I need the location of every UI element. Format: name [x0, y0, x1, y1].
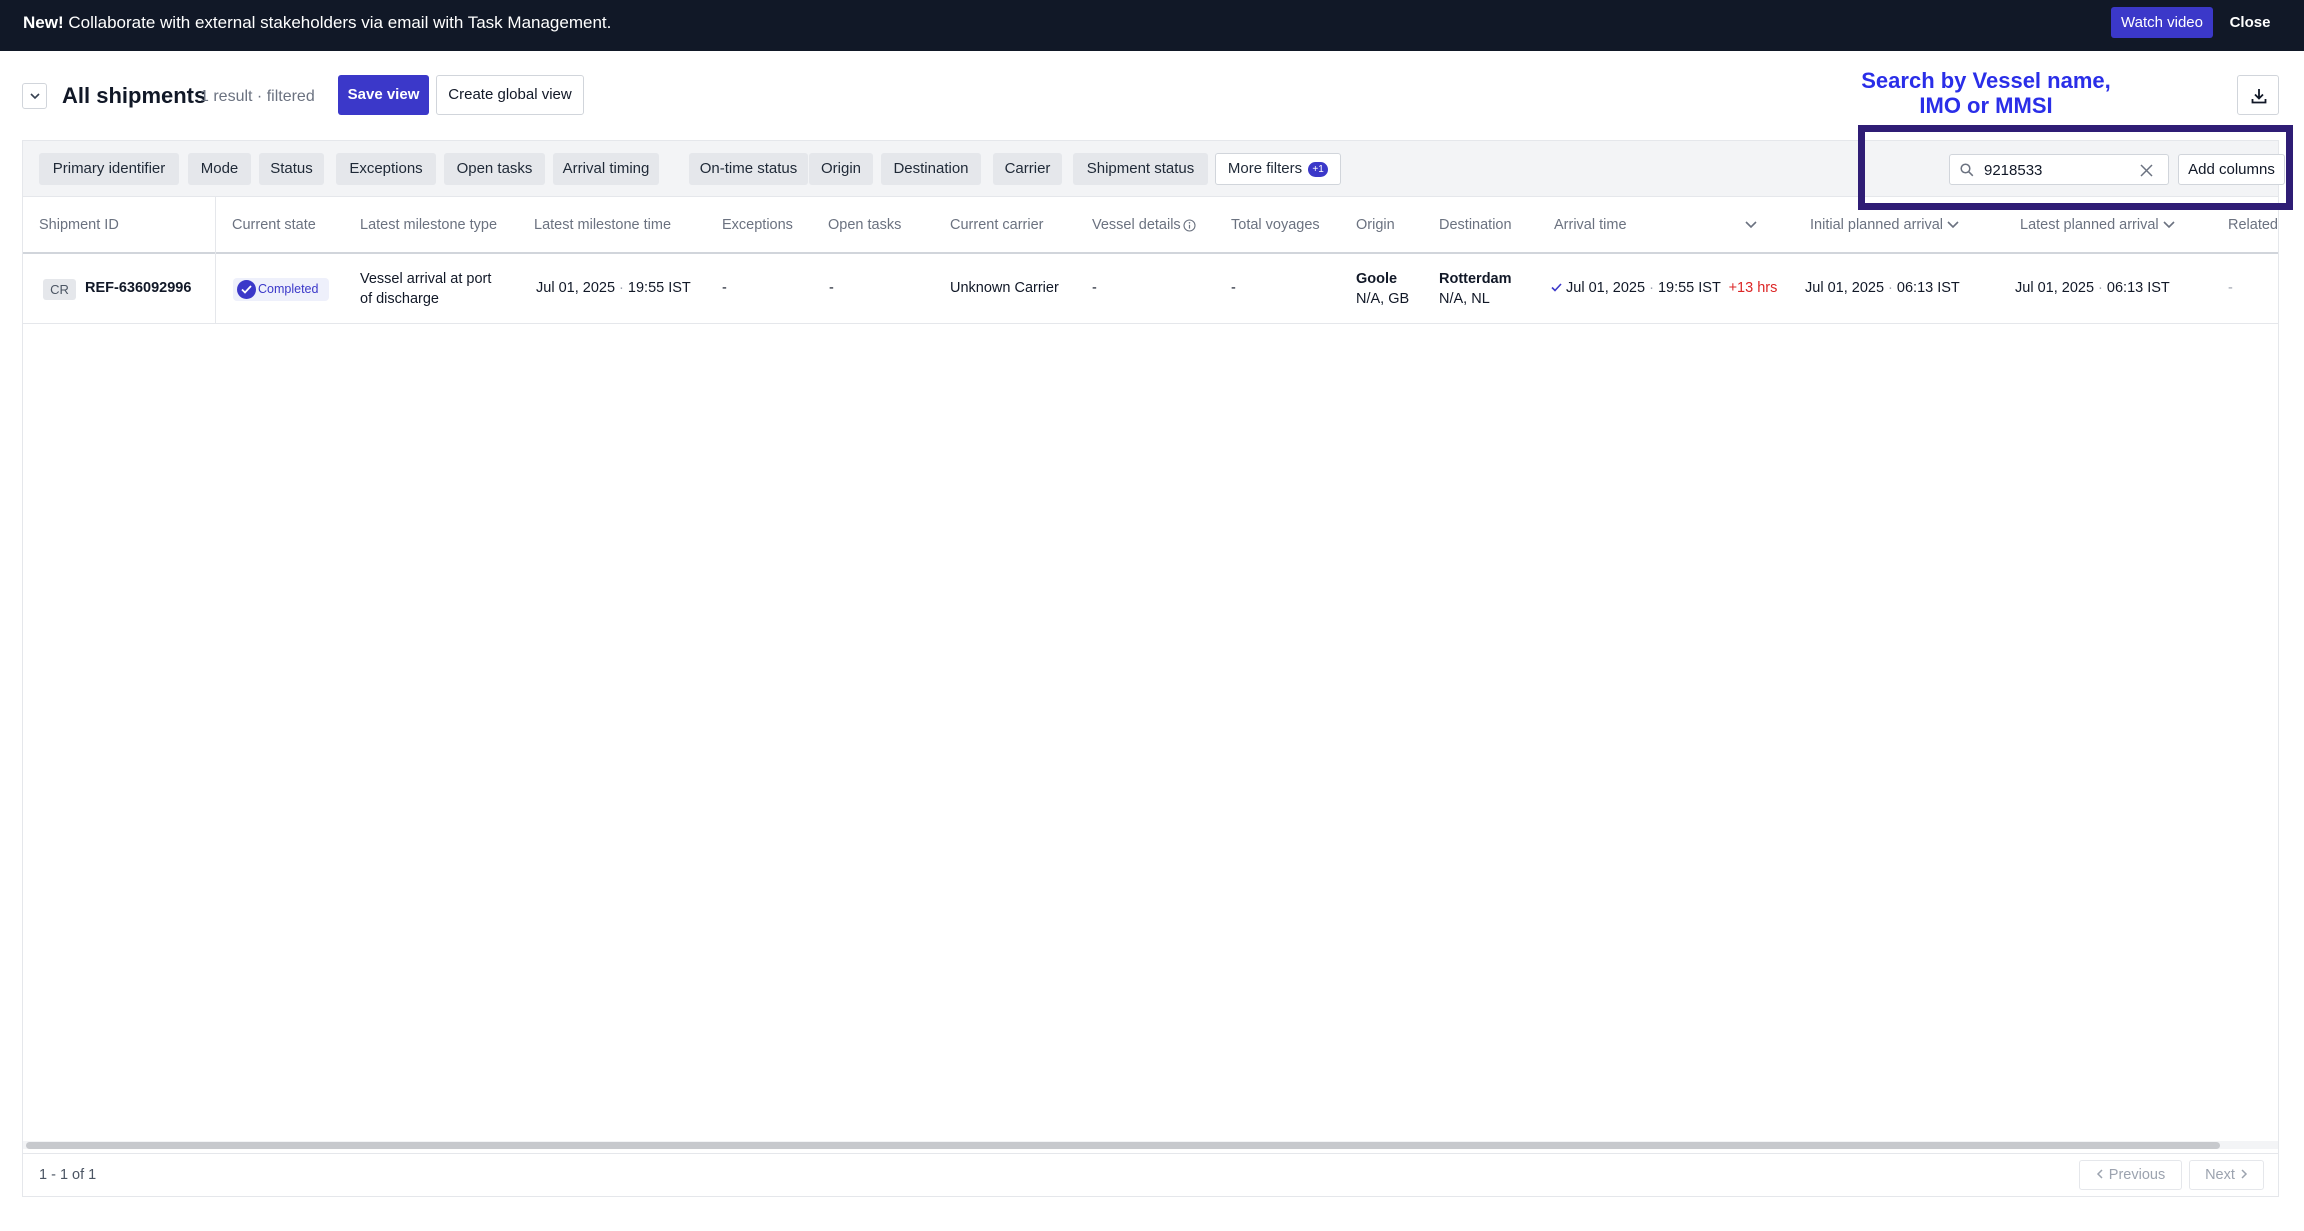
filter-mode[interactable]: Mode: [188, 153, 251, 185]
destination-region: N/A, NL: [1439, 291, 1490, 307]
filter-open-tasks[interactable]: Open tasks: [444, 153, 545, 185]
chevron-right-icon: [2241, 1169, 2247, 1179]
milestone-time: 19:55 IST: [627, 280, 691, 296]
latest-time: 06:13 IST: [2106, 280, 2170, 296]
destination-city: Rotterdam: [1439, 271, 1512, 287]
filtered-label: · filtered: [256, 88, 315, 105]
previous-label: Previous: [2108, 1167, 2166, 1183]
filter-destination[interactable]: Destination: [881, 153, 981, 185]
milestone-type-line-2: of discharge: [360, 291, 439, 307]
download-button[interactable]: [2237, 75, 2279, 115]
chevron-down-icon[interactable]: [1745, 221, 1757, 229]
banner-message: New! Collaborate with external stakehold…: [23, 0, 611, 45]
col-latest-milestone-type[interactable]: Latest milestone type: [360, 197, 497, 253]
shipments-table-card: Primary identifier Mode Status Exception…: [22, 140, 2285, 1197]
info-icon[interactable]: [1183, 219, 1196, 232]
current-carrier-cell: Unknown Carrier: [950, 280, 1059, 296]
col-current-state[interactable]: Current state: [232, 197, 316, 253]
initial-date: Jul 01, 2025: [1805, 280, 1885, 296]
page-title: All shipments: [62, 83, 207, 108]
annotation-line-1: Search by Vessel name,: [1861, 68, 2111, 93]
destination-cell: Rotterdam N/A, NL: [1439, 269, 1512, 309]
filter-carrier[interactable]: Carrier: [993, 153, 1062, 185]
origin-city: Goole: [1356, 271, 1398, 287]
filter-arrival-timing[interactable]: Arrival timing: [553, 153, 659, 185]
milestone-date: Jul 01, 2025: [536, 280, 616, 296]
col-vessel-details-label: Vessel details: [1092, 217, 1181, 233]
check-icon: [1551, 283, 1562, 292]
col-current-carrier[interactable]: Current carrier: [950, 197, 1043, 253]
table-row[interactable]: CR REF-636092996 Completed Vessel arriva…: [23, 254, 2278, 324]
result-count: 1 result · filtered: [200, 85, 315, 109]
related-cell: -: [2228, 280, 2233, 296]
next-label: Next: [2205, 1167, 2235, 1183]
banner-new-label: New!: [23, 13, 64, 32]
arrival-time: 19:55 IST: [1657, 280, 1721, 296]
col-total-voyages[interactable]: Total voyages: [1231, 197, 1320, 253]
arrival-time-cell: Jul 01, 2025 · 19:55 IST +13 hrs: [1551, 280, 1777, 296]
col-shipment-id[interactable]: Shipment ID: [39, 197, 119, 253]
create-global-view-button[interactable]: Create global view: [436, 75, 584, 115]
banner-text: Collaborate with external stakeholders v…: [63, 13, 612, 32]
latest-planned-arrival-cell: Jul 01, 2025 · 06:13 IST: [2015, 280, 2170, 296]
filter-primary-identifier[interactable]: Primary identifier: [39, 153, 179, 185]
pagination-footer: 1 - 1 of 1 Previous Next: [23, 1153, 2278, 1197]
col-destination[interactable]: Destination: [1439, 197, 1512, 253]
annotation-highlight-box: [1858, 125, 2293, 210]
shipment-id-link[interactable]: REF-636092996: [85, 280, 191, 296]
col-vessel-details[interactable]: Vessel details: [1092, 197, 1196, 253]
initial-time: 06:13 IST: [1896, 280, 1960, 296]
latest-date: Jul 01, 2025: [2015, 280, 2095, 296]
filter-on-time-status[interactable]: On-time status: [689, 153, 808, 185]
col-arrival-time[interactable]: Arrival time: [1554, 197, 1627, 253]
previous-page-button[interactable]: Previous: [2079, 1160, 2182, 1190]
col-latest-planned-arrival-label: Latest planned arrival: [2020, 217, 2159, 233]
col-open-tasks[interactable]: Open tasks: [828, 197, 901, 253]
milestone-type-line-1: Vessel arrival at port: [360, 271, 492, 287]
annotation-callout: Search by Vessel name, IMO or MMSI: [1858, 68, 2114, 118]
filter-origin[interactable]: Origin: [809, 153, 873, 185]
more-filters-label: More filters: [1227, 160, 1303, 177]
origin-cell: Goole N/A, GB: [1356, 269, 1409, 309]
next-page-button[interactable]: Next: [2189, 1160, 2264, 1190]
milestone-time-cell: Jul 01, 2025 · 19:55 IST: [536, 280, 691, 296]
scrollbar-thumb[interactable]: [26, 1142, 2220, 1149]
arrival-delay: +13 hrs: [1728, 280, 1778, 296]
chevron-down-icon: [1947, 221, 1959, 229]
arrival-date: Jul 01, 2025: [1566, 280, 1646, 296]
origin-region: N/A, GB: [1356, 291, 1410, 307]
total-voyages-cell: -: [1231, 280, 1236, 296]
chevron-left-icon: [2096, 1169, 2103, 1179]
save-view-button[interactable]: Save view: [338, 75, 429, 115]
milestone-type-cell: Vessel arrival at port of discharge: [360, 269, 491, 309]
main-content: All shipments 1 result · filtered Save v…: [0, 51, 2304, 1231]
filter-shipment-status[interactable]: Shipment status: [1073, 153, 1208, 185]
col-latest-milestone-time[interactable]: Latest milestone time: [534, 197, 671, 253]
initial-planned-arrival-cell: Jul 01, 2025 · 06:13 IST: [1805, 280, 1960, 296]
col-exceptions[interactable]: Exceptions: [722, 197, 793, 253]
filter-status[interactable]: Status: [259, 153, 324, 185]
more-filters-button[interactable]: More filters +1: [1215, 153, 1341, 185]
view-selector-toggle[interactable]: [22, 83, 47, 109]
watch-video-button[interactable]: Watch video: [2111, 7, 2213, 38]
chevron-down-icon: [2163, 221, 2175, 229]
more-filters-badge: +1: [1308, 161, 1329, 177]
open-tasks-cell: -: [829, 280, 834, 296]
close-banner-button[interactable]: Close: [2222, 7, 2278, 38]
status-label: Completed: [258, 282, 319, 296]
chevron-down-icon: [30, 93, 40, 100]
col-origin[interactable]: Origin: [1356, 197, 1395, 253]
result-count-text: 1 result: [200, 88, 253, 105]
annotation-line-2: IMO or MMSI: [1919, 93, 2053, 118]
status-badge: Completed: [233, 278, 329, 301]
announcement-banner: New! Collaborate with external stakehold…: [0, 0, 2304, 51]
check-circle-icon: [237, 280, 256, 299]
vessel-details-cell: -: [1092, 280, 1097, 296]
filter-exceptions[interactable]: Exceptions: [336, 153, 436, 185]
download-icon: [2251, 89, 2267, 104]
col-initial-planned-arrival-label: Initial planned arrival: [1810, 217, 1943, 233]
exceptions-cell: -: [722, 280, 727, 296]
pagination-range: 1 - 1 of 1: [39, 1167, 97, 1183]
shipment-type-tag: CR: [43, 279, 76, 300]
